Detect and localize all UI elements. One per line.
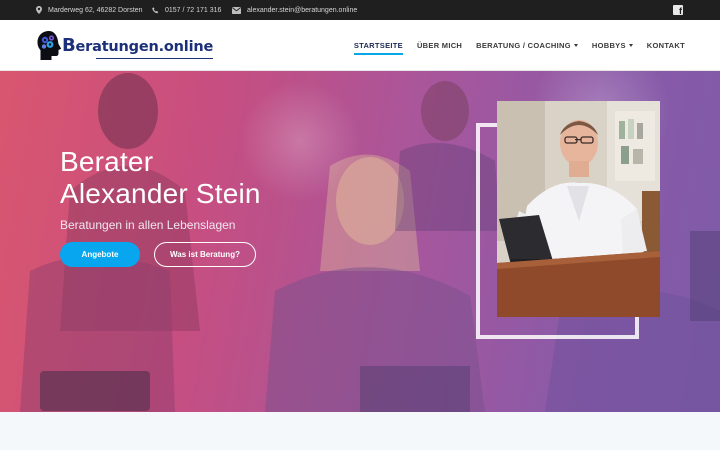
phone-item[interactable]: 0157 / 72 171 316 xyxy=(152,0,221,20)
nav-menu: STARTSEITE ÜBER MICH BERATUNG / COACHING… xyxy=(340,20,685,71)
nav-item-hobbys[interactable]: HOBBYS xyxy=(592,41,633,50)
nav-item-startseite[interactable]: STARTSEITE xyxy=(353,41,404,55)
site-logo[interactable]: Beratungen.online xyxy=(36,29,213,61)
nav-item-beratung-coaching[interactable]: BERATUNG / COACHING xyxy=(476,41,578,50)
email-item[interactable]: alexander.stein@beratungen.online xyxy=(232,0,357,20)
nav-item-kontakt[interactable]: KONTAKT xyxy=(647,41,685,50)
top-info-bar: Marderweg 62, 46282 Dorsten 0157 / 72 17… xyxy=(0,0,720,20)
head-gears-logo-icon xyxy=(36,30,63,61)
phone-icon xyxy=(152,6,159,13)
angebote-button[interactable]: Angebote xyxy=(60,242,140,267)
logo-underline xyxy=(96,58,214,59)
portrait-photo xyxy=(497,101,660,317)
hero-subtitle: Beratungen in allen Lebenslagen xyxy=(60,218,236,232)
hero-title: Berater Alexander Stein xyxy=(60,146,261,209)
chevron-down-icon xyxy=(573,44,578,47)
hero-section: Berater Alexander Stein Beratungen in al… xyxy=(0,71,720,412)
nav-item-ueber-mich[interactable]: ÜBER MICH xyxy=(417,41,462,50)
next-section-strip xyxy=(0,412,720,450)
address-item: Marderweg 62, 46282 Dorsten xyxy=(36,0,143,20)
email-text[interactable]: alexander.stein@beratungen.online xyxy=(247,7,357,14)
address-text: Marderweg 62, 46282 Dorsten xyxy=(48,6,143,14)
was-ist-beratung-button[interactable]: Was ist Beratung? xyxy=(154,242,256,267)
logo-text: Beratungen.online xyxy=(62,34,214,56)
facebook-icon[interactable]: f xyxy=(673,5,683,16)
chevron-down-icon xyxy=(628,44,633,47)
envelope-icon xyxy=(232,6,241,14)
main-navbar: Beratungen.online STARTSEITE ÜBER MICH B… xyxy=(0,20,720,71)
phone-text[interactable]: 0157 / 72 171 316 xyxy=(165,7,221,14)
location-pin-icon xyxy=(36,6,42,14)
